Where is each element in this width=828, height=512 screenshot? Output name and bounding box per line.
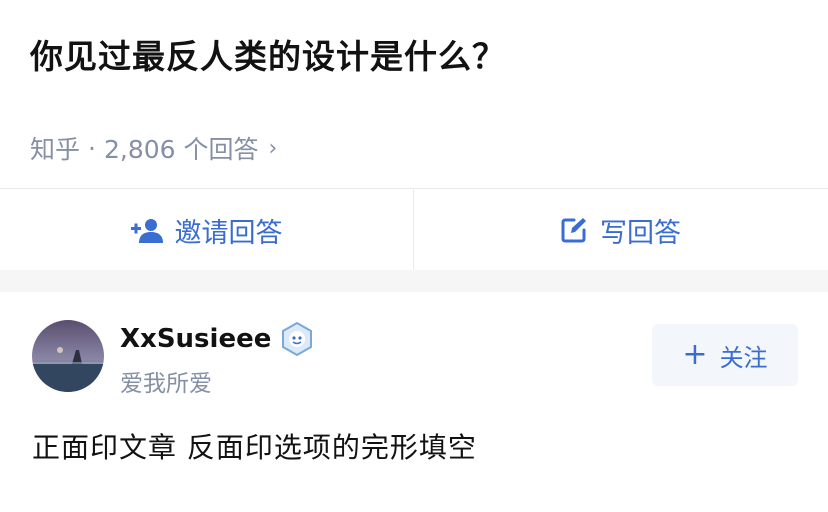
write-answer-button[interactable]: 写回答 — [414, 189, 827, 271]
avatar[interactable] — [32, 320, 104, 392]
plus-icon: + — [682, 337, 708, 372]
follow-button[interactable]: + 关注 — [652, 324, 798, 386]
invite-answer-button[interactable]: 邀请回答 — [0, 189, 413, 271]
question-title[interactable]: 你见过最反人类的设计是什么？ — [30, 30, 506, 78]
add-user-icon — [130, 219, 163, 243]
author-name-text: XxSusieee — [120, 324, 272, 354]
section-gap — [0, 270, 828, 292]
question-meta[interactable]: 知乎 · 2,806 个回答 › — [30, 130, 277, 166]
author-bio: 爱我所爱 — [120, 371, 212, 397]
follow-label: 关注 — [719, 343, 768, 372]
meta-separator: · — [88, 133, 96, 163]
edit-icon — [561, 218, 586, 243]
author-name[interactable]: XxSusieee — [120, 322, 313, 356]
answer-content[interactable]: 正面印文章 反面印选项的完形填空 — [32, 426, 477, 466]
source-label: 知乎 — [30, 135, 81, 164]
verified-badge-icon — [282, 322, 313, 356]
answer-card: XxSusieee 爱我所爱 + 关注 正面印文章 反面印选项的完形填空 — [0, 292, 828, 512]
chevron-right-icon: › — [268, 135, 278, 161]
invite-answer-label: 邀请回答 — [174, 217, 283, 249]
answer-count: 2,806 个回答 — [103, 135, 259, 164]
question-header: 你见过最反人类的设计是什么？ 知乎 · 2,806 个回答 › — [0, 0, 828, 188]
action-bar: 邀请回答 写回答 — [0, 188, 828, 271]
write-answer-label: 写回答 — [600, 217, 681, 249]
